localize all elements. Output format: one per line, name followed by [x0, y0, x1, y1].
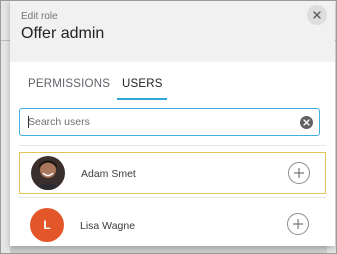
backdrop-divider-left: [0, 40, 10, 41]
list-divider: [19, 197, 326, 198]
avatar: L: [30, 208, 64, 242]
dialog-header: Edit role Offer admin: [10, 0, 335, 62]
close-icon: [313, 11, 321, 19]
user-row-lisa-wagne[interactable]: L Lisa Wagne: [19, 203, 326, 245]
add-circle-icon: [294, 168, 304, 178]
clear-search-button[interactable]: [300, 116, 313, 129]
edit-role-dialog: Edit role Offer admin PERMISSIONS USERS: [10, 0, 335, 246]
tab-users[interactable]: USERS: [122, 78, 163, 90]
close-button[interactable]: [307, 5, 327, 25]
search-input[interactable]: [28, 113, 298, 131]
dialog-title: Offer admin: [21, 25, 105, 42]
avatar: [31, 156, 65, 190]
search-box: [19, 108, 320, 136]
clear-icon: [303, 119, 310, 126]
user-name: Adam Smet: [81, 168, 136, 180]
user-photo: [31, 156, 65, 190]
user-row-adam-smet[interactable]: Adam Smet: [19, 152, 326, 194]
tab-bar: PERMISSIONS USERS: [10, 70, 335, 102]
active-tab-indicator: [117, 98, 167, 100]
tab-permissions[interactable]: PERMISSIONS: [28, 78, 110, 90]
dialog-caption: Edit role: [21, 11, 58, 22]
backdrop-left: [0, 0, 10, 254]
text-cursor: [28, 116, 29, 128]
add-user-button[interactable]: [287, 213, 309, 235]
add-circle-icon: [293, 219, 303, 229]
list-divider: [19, 145, 326, 146]
user-name: Lisa Wagne: [80, 220, 136, 232]
add-user-button[interactable]: [288, 162, 310, 184]
